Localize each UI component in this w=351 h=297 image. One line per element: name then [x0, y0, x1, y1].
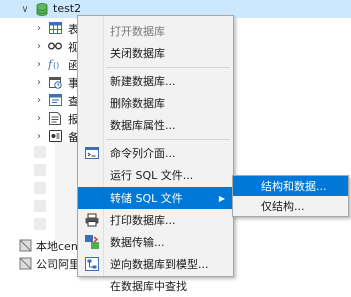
query-icon: [48, 93, 62, 107]
database-icon: [34, 146, 46, 158]
menu-item-data-transfer[interactable]: 数据传输...: [78, 231, 233, 253]
database-icon: [34, 200, 46, 212]
model-icon: [85, 257, 99, 271]
submenu-item-label: 仅结构...: [261, 200, 305, 213]
menu-item-label: 关闭数据库: [110, 47, 165, 60]
menu-item-run-sql-file[interactable]: 运行 SQL 文件...: [78, 164, 233, 186]
submenu-item-structure-only[interactable]: 仅结构...: [233, 196, 348, 216]
submenu-arrow-icon: ▶: [218, 193, 225, 203]
dump-sql-submenu: 结构和数据... 仅结构...: [232, 175, 349, 217]
backup-icon: [48, 129, 62, 143]
menu-item-reverse-to-model[interactable]: 逆向数据库到模型...: [78, 253, 233, 275]
menu-item-command-line[interactable]: 命令列介面...: [78, 142, 233, 164]
chevron-right-icon[interactable]: ›: [34, 57, 44, 71]
menu-item-label: 数据传输...: [110, 236, 165, 249]
menu-item-label: 打印数据库...: [110, 214, 176, 227]
database-icon: [34, 164, 46, 176]
menu-item-new-database[interactable]: 新建数据库...: [78, 70, 233, 92]
submenu-item-structure-and-data[interactable]: 结构和数据...: [233, 176, 348, 196]
database-icon: [34, 182, 46, 194]
menu-item-database-properties[interactable]: 数据库属性...: [78, 114, 233, 136]
menu-separator: [106, 139, 230, 140]
menu-item-label: 删除数据库: [110, 97, 165, 110]
menu-separator: [106, 67, 230, 68]
report-icon: [48, 111, 62, 125]
tree-db-label: test2: [53, 2, 82, 15]
chevron-right-icon[interactable]: ›: [34, 111, 44, 125]
database-icon: [34, 218, 46, 230]
chevron-right-icon[interactable]: ›: [34, 75, 44, 89]
tree-connection-label: 本地cen: [36, 240, 78, 253]
tree-connection-label: 公司阿里: [36, 258, 80, 271]
menu-item-label: 命令列介面...: [110, 147, 176, 160]
menu-item-label: 打开数据库: [110, 25, 165, 38]
chevron-right-icon[interactable]: ›: [34, 39, 44, 53]
event-icon: [48, 75, 62, 89]
menu-item-find-in-database[interactable]: 在数据库中查找: [78, 275, 233, 297]
view-icon: [48, 39, 62, 53]
svg-text:(): (): [53, 61, 59, 70]
menu-item-label: 转储 SQL 文件: [110, 192, 183, 205]
chevron-right-icon[interactable]: ›: [34, 129, 44, 143]
context-menu: 打开数据库 关闭数据库 新建数据库... 删除数据库 数据库属性... 命令列介…: [77, 15, 234, 293]
menu-item-dump-sql-file[interactable]: 转储 SQL 文件 ▶: [78, 187, 233, 209]
menu-item-label: 新建数据库...: [110, 75, 176, 88]
menu-item-close-database[interactable]: 关闭数据库: [78, 42, 233, 64]
menu-item-label: 在数据库中查找: [110, 280, 187, 293]
table-icon: [48, 21, 62, 35]
printer-icon: [85, 213, 99, 227]
connection-icon: [18, 238, 32, 252]
database-icon: [35, 2, 49, 16]
menu-item-open-database[interactable]: 打开数据库: [78, 20, 233, 42]
console-icon: [85, 146, 99, 160]
obscured-tree-area: [55, 142, 77, 242]
menu-item-label: 数据库属性...: [110, 119, 176, 132]
chevron-down-icon[interactable]: ∨: [20, 2, 30, 16]
menu-item-label: 逆向数据库到模型...: [110, 258, 209, 271]
transfer-icon: [85, 235, 99, 249]
chevron-right-icon[interactable]: ›: [34, 21, 44, 35]
submenu-item-label: 结构和数据...: [261, 180, 327, 193]
function-icon: f(): [48, 57, 62, 71]
menu-item-print-database[interactable]: 打印数据库...: [78, 209, 233, 231]
chevron-right-icon[interactable]: ›: [34, 93, 44, 107]
menu-item-delete-database[interactable]: 删除数据库: [78, 92, 233, 114]
menu-item-label: 运行 SQL 文件...: [110, 169, 194, 182]
